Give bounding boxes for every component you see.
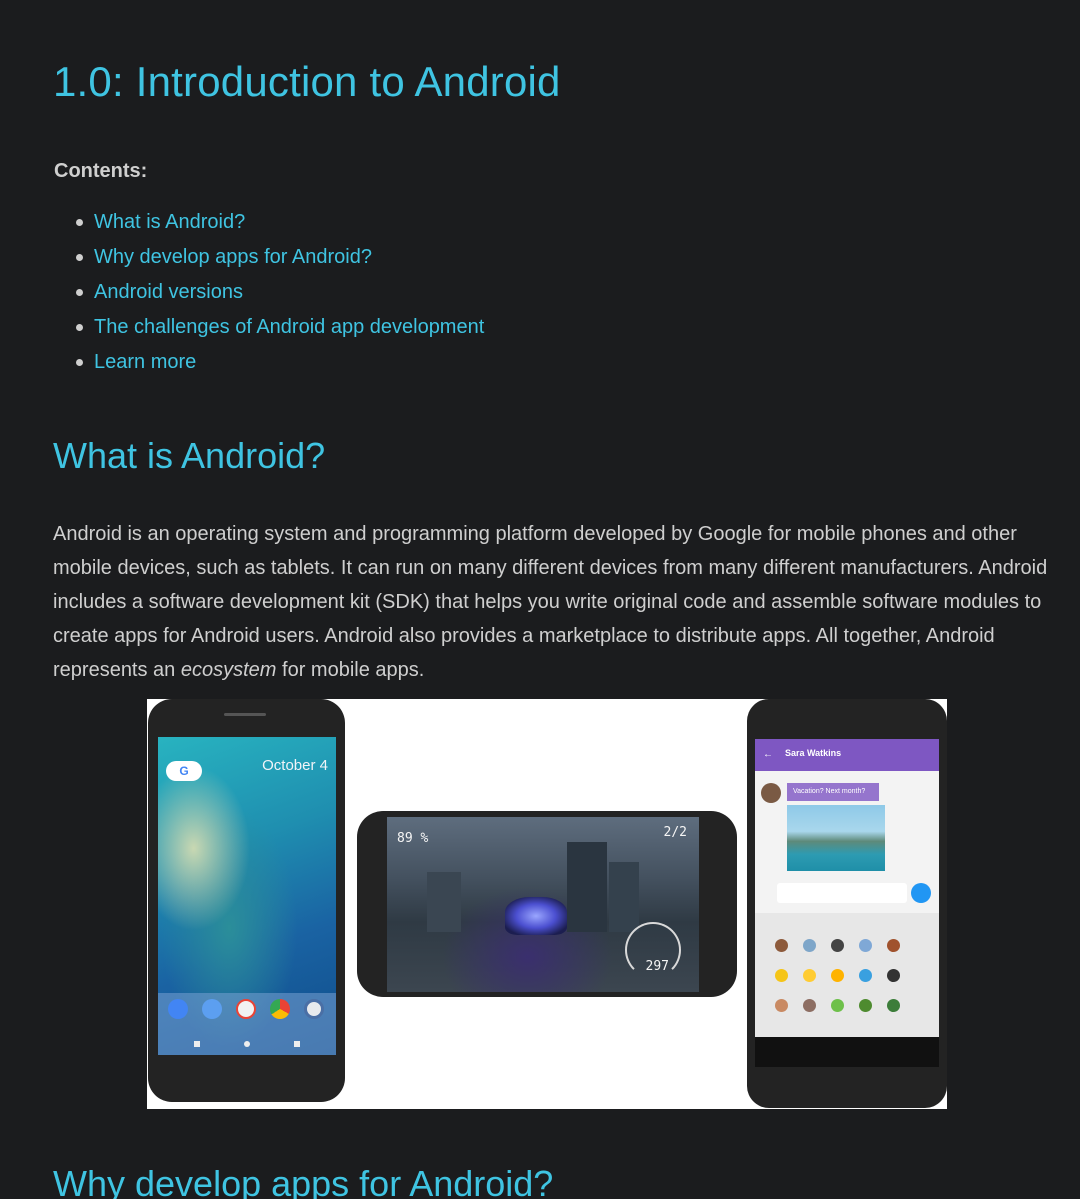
panda-emoji-icon <box>831 939 844 952</box>
phone-home-screen: G October 4 <box>148 699 345 1102</box>
toc-item: Learn more <box>75 345 484 380</box>
toc-link-android-versions[interactable]: Android versions <box>94 281 243 303</box>
city-building <box>609 862 639 932</box>
home-nav-icon <box>244 1041 250 1047</box>
crocodile-emoji-icon <box>859 999 872 1012</box>
shared-photo <box>787 805 885 871</box>
koala-emoji-icon <box>803 939 816 952</box>
toc-item: Why develop apps for Android? <box>75 240 484 275</box>
back-nav-icon <box>194 1041 200 1047</box>
bird-emoji-icon <box>859 969 872 982</box>
city-building <box>427 872 461 932</box>
messaging-display: ← Sara Watkins Vacation? Next month? <box>755 739 939 1067</box>
recents-nav-icon <box>294 1041 300 1047</box>
home-screen-display: G October 4 <box>158 737 336 1055</box>
paw-emoji-icon <box>859 939 872 952</box>
intro-emphasis: ecosystem <box>180 659 277 681</box>
table-of-contents: What is Android? Why develop apps for An… <box>54 205 484 380</box>
emoji-keyboard <box>755 913 939 1037</box>
turkey-emoji-icon <box>775 999 788 1012</box>
section-heading-what-is-android: What is Android? <box>53 435 326 476</box>
speaker-grille <box>224 713 266 716</box>
contact-name: Sara Watkins <box>785 748 842 758</box>
boost-readout: 89 % <box>397 831 429 846</box>
phone-messaging-app: ← Sara Watkins Vacation? Next month? <box>747 699 947 1108</box>
send-icon <box>911 883 931 903</box>
toc-item: What is Android? <box>75 205 484 240</box>
toc-link-challenges[interactable]: The challenges of Android app developmen… <box>94 316 484 338</box>
messages-app-icon <box>202 999 222 1019</box>
page-title: 1.0: Introduction to Android <box>53 58 561 105</box>
intro-paragraph: Android is an operating system and progr… <box>53 517 1053 687</box>
home-date-widget: October 4 <box>262 757 328 774</box>
camera-app-icon <box>304 999 324 1019</box>
toc-item: The challenges of Android app developmen… <box>75 310 484 345</box>
owl-emoji-icon <box>803 999 816 1012</box>
phone-racing-game: 89 % 2/2 297 <box>357 811 737 997</box>
google-search-pill: G <box>166 761 202 781</box>
penguin-emoji-icon <box>887 969 900 982</box>
chrome-app-icon <box>270 999 290 1019</box>
back-arrow-icon: ← <box>763 749 773 760</box>
speed-readout: 297 <box>645 959 669 974</box>
racing-game-display: 89 % 2/2 297 <box>387 817 699 992</box>
toc-link-learn-more[interactable]: Learn more <box>94 351 196 373</box>
message-bubble: Vacation? Next month? <box>787 783 879 801</box>
frog-emoji-icon <box>831 999 844 1012</box>
boar-emoji-icon <box>887 939 900 952</box>
phone-app-icon <box>168 999 188 1019</box>
gmail-app-icon <box>236 999 256 1019</box>
messaging-toolbar: ← Sara Watkins <box>755 739 939 771</box>
messaging-nav-bar <box>755 1037 939 1067</box>
contact-avatar <box>761 783 781 803</box>
lap-counter: 2/2 <box>663 825 687 840</box>
chick-emoji-icon <box>775 969 788 982</box>
toc-link-what-is-android[interactable]: What is Android? <box>94 211 245 233</box>
contents-label: Contents: <box>54 160 148 182</box>
compose-field <box>777 883 907 903</box>
section-heading-why-develop: Why develop apps for Android? <box>53 1163 554 1199</box>
bear-emoji-icon <box>775 939 788 952</box>
home-dock <box>158 993 336 1055</box>
toc-item: Android versions <box>75 275 484 310</box>
intro-text-start: Android is an operating system and progr… <box>53 523 1048 681</box>
turtle-emoji-icon <box>887 999 900 1012</box>
page: 1.0: Introduction to Android Contents: W… <box>0 0 1080 1199</box>
chick-emoji-icon <box>831 969 844 982</box>
chick-emoji-icon <box>803 969 816 982</box>
city-building <box>567 842 607 932</box>
toc-link-why-develop[interactable]: Why develop apps for Android? <box>94 246 372 268</box>
android-devices-figure: G October 4 89 % 2/2 297 ← Sara Watkins … <box>147 699 947 1109</box>
race-car <box>505 897 567 935</box>
intro-text-end: for mobile apps. <box>276 659 425 681</box>
